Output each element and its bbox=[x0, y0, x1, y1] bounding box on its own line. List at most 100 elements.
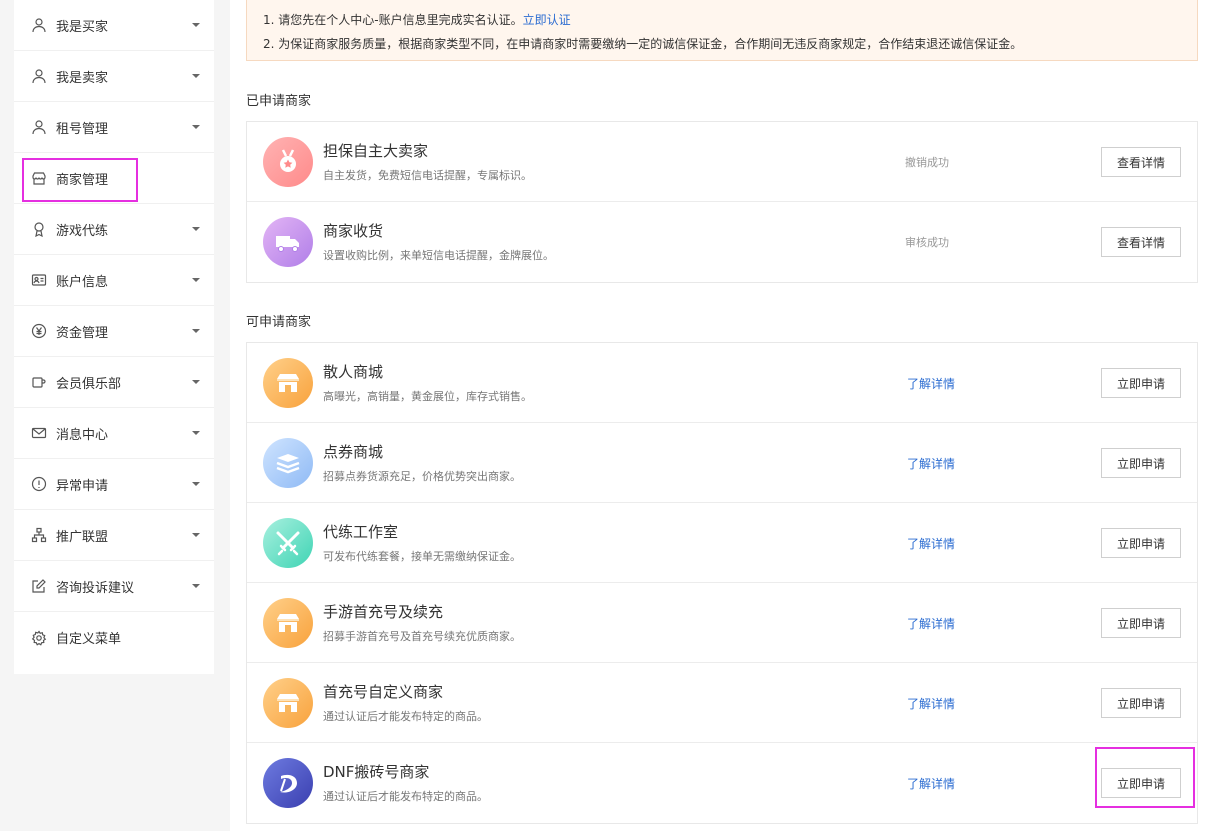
sidebar-item-account[interactable]: 账户信息 bbox=[14, 255, 214, 306]
yen-icon bbox=[31, 323, 47, 339]
merchant-name: DNF搬砖号商家 bbox=[323, 763, 430, 781]
learn-more-link[interactable]: 了解详情 bbox=[907, 455, 955, 472]
caret-down-icon bbox=[192, 125, 200, 129]
list-item: DNF搬砖号商家 通过认证后才能发布特定的商品。 了解详情 立即申请 bbox=[247, 743, 1197, 823]
apply-now-button[interactable]: 立即申请 bbox=[1101, 688, 1181, 718]
merchant-desc: 设置收购比例，来单短信电话提醒，金牌展位。 bbox=[323, 249, 554, 262]
available-list: 散人商城 高曝光，高销量，黄金展位，库存式销售。 了解详情 立即申请 点券商城 … bbox=[246, 342, 1198, 824]
notice-line-1-text: 1. 请您先在个人中心-账户信息里完成实名认证。 bbox=[263, 13, 523, 27]
sidebar-item-messages[interactable]: 消息中心 bbox=[14, 408, 214, 459]
status-text: 撤销成功 bbox=[905, 156, 949, 169]
list-item: 担保自主大卖家 自主发货，免费短信电话提醒，专属标识。 撤销成功 查看详情 bbox=[247, 122, 1197, 202]
user-icon bbox=[31, 17, 47, 33]
apply-now-button[interactable]: 立即申请 bbox=[1101, 448, 1181, 478]
sidebar-item-label: 会员俱乐部 bbox=[56, 376, 122, 392]
applied-section-title: 已申请商家 bbox=[246, 94, 312, 109]
merchant-name: 商家收货 bbox=[323, 222, 384, 240]
sidebar-item-label: 消息中心 bbox=[56, 427, 109, 443]
crossed-swords-icon bbox=[263, 518, 313, 568]
learn-more-link[interactable]: 了解详情 bbox=[907, 695, 955, 712]
learn-more-link[interactable]: 了解详情 bbox=[907, 775, 955, 792]
sidebar-item-boosting[interactable]: 游戏代练 bbox=[14, 204, 214, 255]
merchant-name: 代练工作室 bbox=[323, 523, 399, 541]
learn-more-link[interactable]: 了解详情 bbox=[907, 375, 955, 392]
sidebar-item-custom-menu[interactable]: 自定义菜单 bbox=[14, 612, 214, 663]
merchant-name: 首充号自定义商家 bbox=[323, 683, 444, 701]
list-item: 商家收货 设置收购比例，来单短信电话提醒，金牌展位。 审核成功 查看详情 bbox=[247, 202, 1197, 282]
user-icon bbox=[31, 68, 47, 84]
sidebar-item-label: 我是卖家 bbox=[56, 70, 109, 86]
caret-down-icon bbox=[192, 227, 200, 231]
list-item: 散人商城 高曝光，高销量，黄金展位，库存式销售。 了解详情 立即申请 bbox=[247, 343, 1197, 423]
merchant-name: 手游首充号及续充 bbox=[323, 603, 444, 621]
notice-line-2: 2. 为保证商家服务质量，根据商家类型不同，在申请商家时需要缴纳一定的诚信保证金… bbox=[263, 37, 1023, 51]
caret-down-icon bbox=[192, 584, 200, 588]
shop-icon bbox=[263, 358, 313, 408]
sidebar-item-label: 账户信息 bbox=[56, 274, 109, 290]
apply-now-button[interactable]: 立即申请 bbox=[1101, 368, 1181, 398]
sidebar-item-merchant[interactable]: 商家管理 bbox=[14, 153, 214, 204]
caret-down-icon bbox=[192, 329, 200, 333]
learn-more-link[interactable]: 了解详情 bbox=[907, 535, 955, 552]
caret-down-icon bbox=[192, 380, 200, 384]
sidebar-item-label: 我是买家 bbox=[56, 19, 109, 35]
sidebar-item-rental[interactable]: 租号管理 bbox=[14, 102, 214, 153]
list-item: 点券商城 招募点券货源充足，价格优势突出商家。 了解详情 立即申请 bbox=[247, 423, 1197, 503]
sidebar-item-exception[interactable]: 异常申请 bbox=[14, 459, 214, 510]
sidebar: 我是买家 我是卖家 租号管理 商家管理 游戏代练 账户信息 资金管理 会员俱乐部… bbox=[14, 0, 214, 674]
mail-icon bbox=[31, 425, 47, 441]
gear-icon bbox=[31, 629, 47, 646]
apply-now-button[interactable]: 立即申请 bbox=[1101, 608, 1181, 638]
merchant-name: 担保自主大卖家 bbox=[323, 142, 429, 160]
sidebar-item-label: 资金管理 bbox=[56, 325, 109, 341]
shop-icon bbox=[263, 598, 313, 648]
apply-now-button[interactable]: 立即申请 bbox=[1101, 528, 1181, 558]
edit-icon bbox=[31, 578, 47, 594]
merchant-desc: 高曝光，高销量，黄金展位，库存式销售。 bbox=[323, 390, 532, 403]
main-content: 1. 请您先在个人中心-账户信息里完成实名认证。立即认证 2. 为保证商家服务质… bbox=[230, 0, 1222, 831]
caret-down-icon bbox=[192, 482, 200, 486]
merchant-desc: 通过认证后才能发布特定的商品。 bbox=[323, 710, 488, 723]
layers-icon bbox=[263, 438, 313, 488]
sidebar-item-label: 异常申请 bbox=[56, 478, 109, 494]
apply-now-button[interactable]: 立即申请 bbox=[1101, 768, 1181, 798]
user-icon bbox=[31, 119, 47, 135]
view-details-button[interactable]: 查看详情 bbox=[1101, 227, 1181, 257]
medal-icon bbox=[263, 137, 313, 187]
merchant-desc: 可发布代练套餐，接单无需缴纳保证金。 bbox=[323, 550, 521, 563]
merchant-desc: 自主发货，免费短信电话提醒，专属标识。 bbox=[323, 169, 532, 182]
sidebar-item-club[interactable]: 会员俱乐部 bbox=[14, 357, 214, 408]
merchant-name: 散人商城 bbox=[323, 363, 384, 381]
merchant-desc: 招募手游首充号及首充号续充优质商家。 bbox=[323, 630, 521, 643]
list-item: 手游首充号及续充 招募手游首充号及首充号续充优质商家。 了解详情 立即申请 bbox=[247, 583, 1197, 663]
verify-now-link[interactable]: 立即认证 bbox=[523, 13, 571, 27]
sidebar-item-funds[interactable]: 资金管理 bbox=[14, 306, 214, 357]
sidebar-item-seller[interactable]: 我是卖家 bbox=[14, 51, 214, 102]
sidebar-item-label: 自定义菜单 bbox=[56, 632, 122, 647]
sidebar-item-feedback[interactable]: 咨询投诉建议 bbox=[14, 561, 214, 612]
available-section-title: 可申请商家 bbox=[246, 315, 312, 330]
learn-more-link[interactable]: 了解详情 bbox=[907, 615, 955, 632]
id-card-icon bbox=[31, 272, 47, 288]
sidebar-item-buyer[interactable]: 我是买家 bbox=[14, 0, 214, 51]
notice-box: 1. 请您先在个人中心-账户信息里完成实名认证。立即认证 2. 为保证商家服务质… bbox=[246, 0, 1198, 61]
store-icon bbox=[31, 170, 47, 186]
notice-line-1: 1. 请您先在个人中心-账户信息里完成实名认证。立即认证 bbox=[263, 8, 1181, 32]
caret-down-icon bbox=[192, 431, 200, 435]
trophy-icon bbox=[31, 221, 47, 237]
org-chart-icon bbox=[31, 527, 47, 543]
sidebar-item-label: 商家管理 bbox=[56, 172, 109, 188]
merchant-desc: 招募点券货源充足，价格优势突出商家。 bbox=[323, 470, 521, 483]
sidebar-item-label: 推广联盟 bbox=[56, 529, 109, 545]
caret-down-icon bbox=[192, 278, 200, 282]
applied-list: 担保自主大卖家 自主发货，免费短信电话提醒，专属标识。 撤销成功 查看详情 商家… bbox=[246, 121, 1198, 283]
sidebar-item-label: 游戏代练 bbox=[56, 223, 109, 239]
truck-icon bbox=[263, 217, 313, 267]
list-item: 首充号自定义商家 通过认证后才能发布特定的商品。 了解详情 立即申请 bbox=[247, 663, 1197, 743]
status-text: 审核成功 bbox=[905, 236, 949, 249]
alert-icon bbox=[31, 476, 47, 492]
sidebar-item-affiliate[interactable]: 推广联盟 bbox=[14, 510, 214, 561]
view-details-button[interactable]: 查看详情 bbox=[1101, 147, 1181, 177]
list-item: 代练工作室 可发布代练套餐，接单无需缴纳保证金。 了解详情 立即申请 bbox=[247, 503, 1197, 583]
caret-down-icon bbox=[192, 74, 200, 78]
